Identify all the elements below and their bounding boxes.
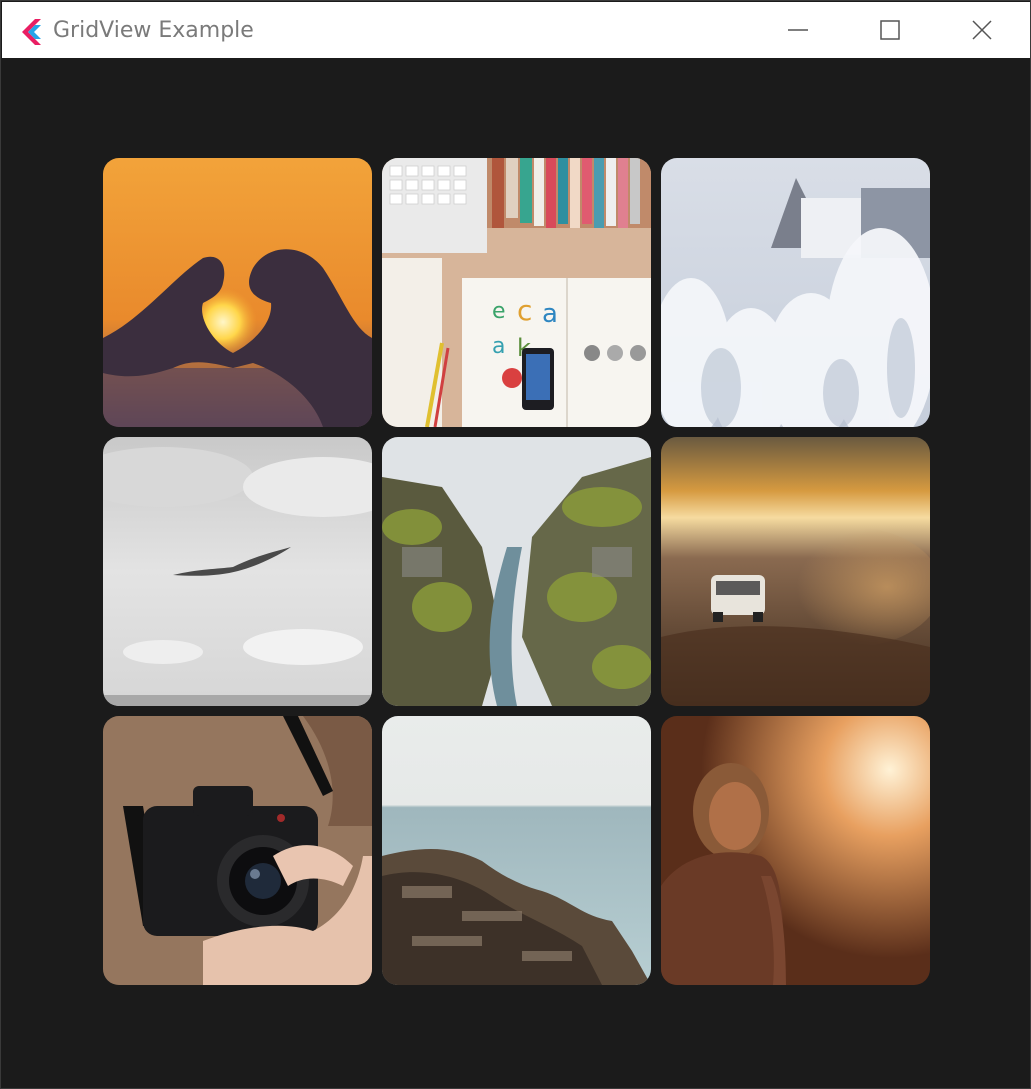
seagull-sky-image bbox=[103, 437, 372, 706]
content-area: e c a a k bbox=[2, 58, 1030, 1088]
photo-frosted-trees[interactable] bbox=[661, 158, 930, 427]
title-bar[interactable]: GridView Example bbox=[2, 2, 1030, 58]
woman-sunset-image bbox=[661, 716, 930, 985]
close-icon bbox=[972, 20, 992, 40]
image-grid: e c a a k bbox=[103, 158, 931, 985]
rocky-coast-image bbox=[382, 716, 651, 985]
camera-hands-image bbox=[103, 716, 372, 985]
van-desert-image bbox=[661, 437, 930, 706]
svg-text:e: e bbox=[492, 299, 506, 324]
photo-van-desert[interactable] bbox=[661, 437, 930, 706]
desk-flatlay-image: e c a a k bbox=[382, 158, 651, 427]
canyon-river-image bbox=[382, 437, 651, 706]
photo-canyon-river[interactable] bbox=[382, 437, 651, 706]
svg-text:a: a bbox=[542, 299, 558, 329]
maximize-button[interactable] bbox=[844, 2, 936, 58]
photo-desk-flatlay[interactable]: e c a a k bbox=[382, 158, 651, 427]
svg-text:a: a bbox=[492, 334, 505, 359]
heart-sunset-image bbox=[103, 158, 372, 427]
minimize-button[interactable] bbox=[752, 2, 844, 58]
photo-camera-hands[interactable] bbox=[103, 716, 372, 985]
photo-woman-sunset[interactable] bbox=[661, 716, 930, 985]
window-title: GridView Example bbox=[53, 18, 254, 43]
frosted-trees-image bbox=[661, 158, 930, 427]
flutter-logo-icon bbox=[22, 19, 41, 45]
minimize-icon bbox=[788, 29, 808, 31]
maximize-icon bbox=[880, 20, 900, 40]
close-button[interactable] bbox=[936, 2, 1028, 58]
app-window: GridView Example e c a a k bbox=[0, 0, 1031, 1089]
photo-heart-sunset[interactable] bbox=[103, 158, 372, 427]
svg-text:c: c bbox=[517, 294, 532, 327]
photo-rocky-coast[interactable] bbox=[382, 716, 651, 985]
photo-seagull-sky[interactable] bbox=[103, 437, 372, 706]
